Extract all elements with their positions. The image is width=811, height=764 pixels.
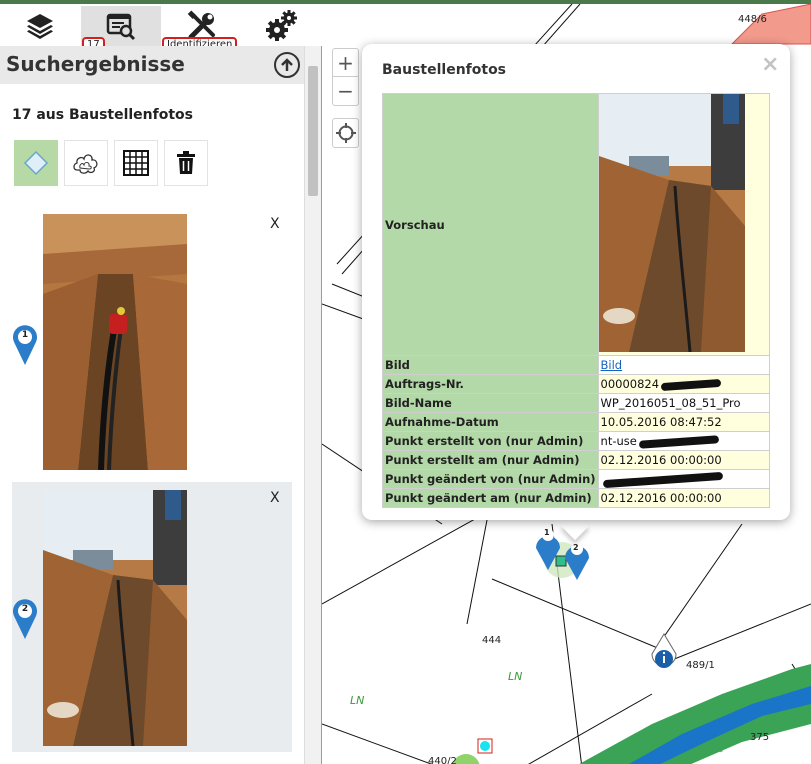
attribute-row: Punkt erstellt am (nur Admin) 02.12.2016… (382, 450, 771, 470)
map-marker-number[interactable]: 1 (544, 528, 550, 537)
left-panel: 17 Identifizieren Suchergebnisse 17 aus … (0, 0, 322, 764)
settings-button[interactable] (242, 6, 322, 46)
layers-icon (27, 14, 53, 39)
attribute-key: Punkt erstellt von (nur Admin) (382, 431, 599, 451)
popup-title: Baustellenfotos (382, 62, 507, 78)
table-view-button[interactable] (114, 140, 158, 186)
parcel-label: 444 (482, 635, 502, 646)
attribute-key: Auftrags-Nr. (382, 374, 599, 394)
attribute-key: Bild (382, 355, 599, 375)
attribute-key: Aufnahme-Datum (382, 412, 599, 432)
created-by-value: nt-use (600, 434, 637, 448)
attribute-value: 10.05.2016 08:47:52 (597, 412, 771, 432)
attribute-row: Aufnahme-Datum 10.05.2016 08:47:52 (382, 412, 771, 432)
redaction-scribble (660, 378, 722, 391)
attribute-value: nt-use (597, 431, 771, 451)
preview-photo[interactable] (599, 94, 745, 352)
select-shape-button[interactable] (14, 140, 58, 186)
attribute-row: Punkt geändert am (nur Admin) 02.12.2016… (382, 488, 771, 508)
redaction-scribble (638, 434, 720, 449)
result-item[interactable]: X 2 (12, 482, 292, 752)
attribute-row: Bild Bild (382, 355, 771, 375)
scroll-up-button[interactable] (274, 52, 300, 78)
trash-icon (177, 151, 195, 174)
buffer-button[interactable] (64, 140, 108, 186)
attribute-row: Punkt erstellt von (nur Admin) nt-use (382, 431, 771, 451)
attribute-key: Punkt erstellt am (nur Admin) (382, 450, 599, 470)
redaction-scribble (602, 471, 723, 488)
cloud-shape-icon (73, 154, 98, 174)
trench-photo-thumbnail[interactable] (43, 214, 187, 470)
image-link[interactable]: Bild (601, 358, 623, 372)
popup-close-button[interactable]: × (761, 52, 779, 77)
grid-icon (123, 150, 149, 176)
diamond-icon (23, 150, 49, 176)
attribute-row: Auftrags-Nr. 00000824 (382, 374, 771, 394)
attribute-value: 02.12.2016 00:00:00 (597, 450, 771, 470)
attribute-table: Vorschau Bild Bild Auftrags-Nr. 00000824… (382, 93, 771, 508)
attribute-value: Bild (597, 355, 771, 375)
attribute-value (597, 469, 771, 489)
result-marker-number: 1 (21, 330, 29, 340)
arrow-up-icon (281, 58, 293, 71)
attribute-key: Punkt geändert am (nur Admin) (382, 488, 599, 508)
scrollbar-thumb[interactable] (308, 66, 318, 196)
attribute-key: Punkt geändert von (nur Admin) (382, 469, 599, 489)
preview-cell (597, 93, 771, 356)
land-use-label: LN (350, 694, 365, 707)
attribute-value: WP_2016051_08_51_Pro (597, 393, 771, 413)
land-use-label: LN (508, 670, 523, 683)
attribute-row: Vorschau (382, 93, 771, 356)
trench-photo-thumbnail[interactable] (43, 490, 187, 746)
remove-result-button[interactable]: X (270, 490, 280, 506)
locate-button[interactable] (332, 118, 359, 148)
result-marker-number: 2 (21, 604, 29, 614)
attribute-row: Bild-Name WP_2016051_08_51_Pro (382, 393, 771, 413)
zoom-in-button[interactable]: + (333, 49, 358, 77)
zoom-out-button[interactable]: − (333, 77, 358, 105)
result-item[interactable]: X 1 (12, 214, 292, 484)
parcel-label: 448/6 (738, 14, 767, 25)
attribute-key: Bild-Name (382, 393, 599, 413)
map-marker-number[interactable]: 2 (573, 543, 579, 552)
zoom-control: + − (332, 48, 359, 106)
attribute-value: 02.12.2016 00:00:00 (597, 488, 771, 508)
parcel-label: 375 (750, 732, 770, 743)
panel-scrollbar[interactable] (304, 46, 321, 764)
attribute-row: Punkt geändert von (nur Admin) (382, 469, 771, 489)
parcel-label: 440/2 (428, 756, 457, 764)
panel-header: Suchergebnisse (0, 46, 304, 84)
search-results-icon (106, 13, 136, 41)
crosshair-icon (335, 123, 356, 143)
toolbar: 17 Identifizieren (0, 0, 322, 53)
panel-title: Suchergebnisse (6, 52, 185, 76)
feature-popup: Baustellenfotos × Vorschau Bild Bild Auf… (362, 44, 790, 520)
order-number-value: 00000824 (600, 377, 660, 391)
attribute-key: Vorschau (382, 93, 599, 356)
layers-button[interactable] (0, 6, 80, 46)
gears-icon (266, 10, 297, 41)
attribute-value: 00000824 (597, 374, 771, 394)
app-window: 17 Identifizieren Suchergebnisse 17 aus … (0, 0, 811, 764)
clear-results-button[interactable] (164, 140, 208, 186)
remove-result-button[interactable]: X (270, 216, 280, 232)
parcel-label: 489/1 (686, 660, 715, 671)
result-count: 17 aus Baustellenfotos (12, 107, 193, 123)
